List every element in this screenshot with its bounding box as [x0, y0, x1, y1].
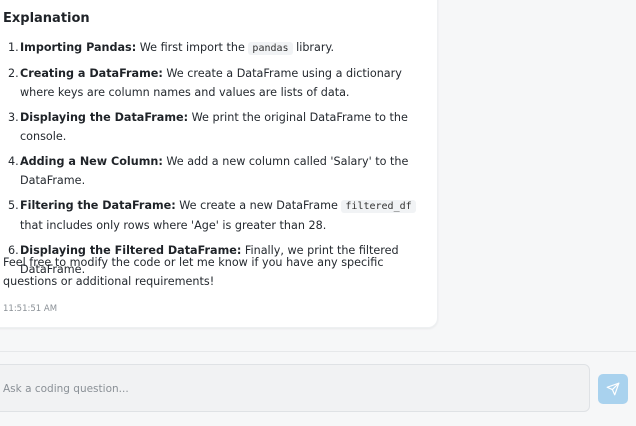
- list-item-text: that includes only rows where 'Age' is g…: [20, 219, 327, 232]
- explanation-heading: Explanation: [3, 11, 90, 26]
- list-item: 2. Creating a DataFrame: We create a Dat…: [0, 64, 420, 102]
- list-item-title: Displaying the DataFrame:: [20, 111, 189, 124]
- composer-input-box[interactable]: [0, 364, 590, 413]
- list-item-title: Creating a DataFrame:: [20, 67, 163, 80]
- list-item: 5. Filtering the DataFrame: We create a …: [0, 196, 420, 235]
- list-item-number: 5.: [8, 199, 19, 212]
- list-item-title: Filtering the DataFrame:: [20, 199, 176, 212]
- list-item-title: Adding a New Column:: [20, 155, 163, 168]
- list-item-number: 4.: [8, 155, 19, 168]
- list-item-text: We create a new DataFrame: [175, 199, 342, 212]
- list-item-text: library.: [292, 41, 335, 54]
- chat-input[interactable]: [1, 365, 575, 413]
- list-item-number: 3.: [8, 111, 19, 124]
- message-timestamp: 11:51:51 AM: [3, 304, 58, 314]
- inline-code: pandas: [248, 42, 293, 55]
- list-item-text: We first import the: [136, 41, 249, 54]
- composer-divider: [0, 351, 636, 352]
- send-icon: [606, 382, 620, 396]
- list-item-number: 1.: [8, 41, 19, 54]
- send-button[interactable]: [598, 374, 628, 404]
- explanation-steps-list: 1. Importing Pandas: We first import the…: [0, 38, 420, 285]
- list-item: 3. Displaying the DataFrame: We print th…: [0, 108, 420, 146]
- list-item-title: Importing Pandas:: [20, 41, 137, 54]
- closing-paragraph: Feel free to modify the code or let me k…: [3, 256, 384, 288]
- list-item: 1. Importing Pandas: We first import the…: [0, 38, 420, 58]
- list-item-number: 2.: [8, 67, 19, 80]
- inline-code: filtered_df: [341, 200, 416, 213]
- list-item: 4. Adding a New Column: We add a new col…: [0, 152, 420, 190]
